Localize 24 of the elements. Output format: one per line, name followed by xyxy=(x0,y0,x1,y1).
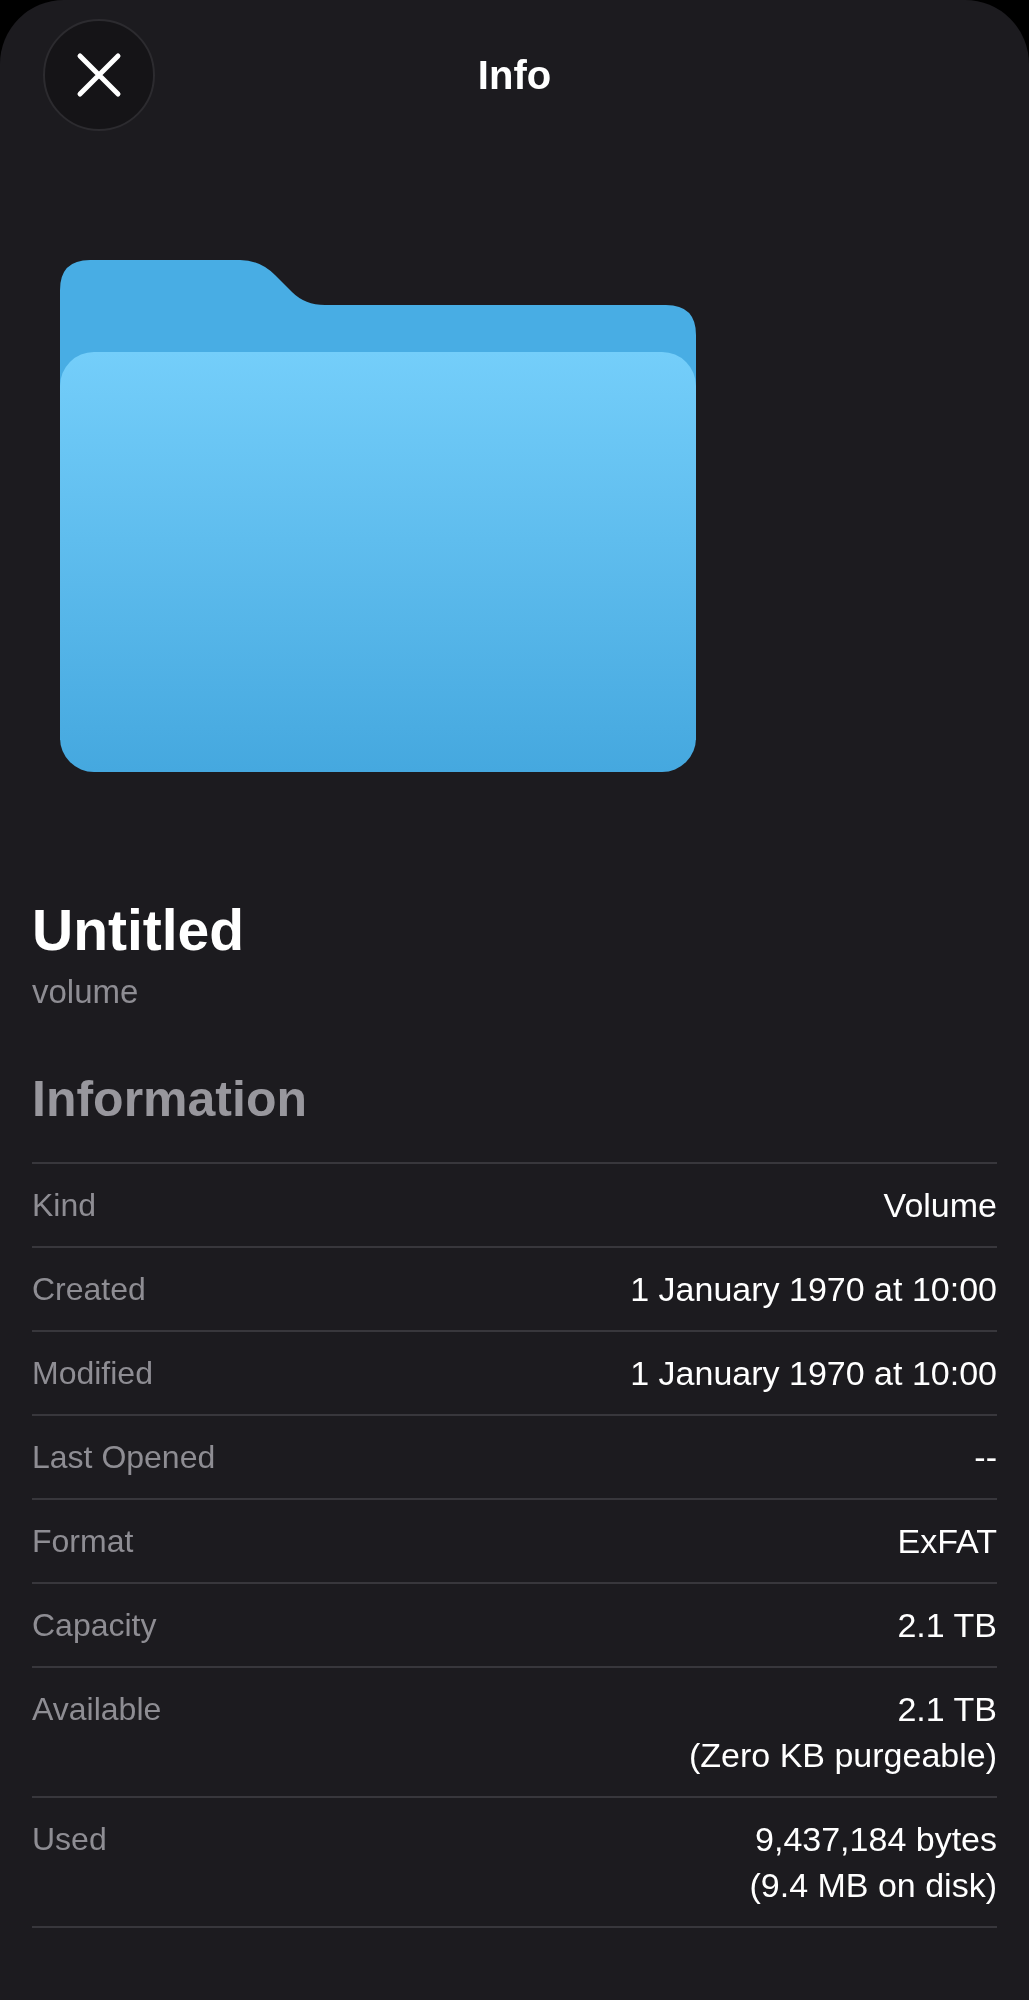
item-kind: volume xyxy=(32,972,140,1012)
folder-icon xyxy=(60,260,696,772)
row-value: 1 January 1970 at 10:00 xyxy=(630,1353,997,1394)
row-label: Modified xyxy=(32,1354,153,1393)
row-label: Created xyxy=(32,1270,146,1309)
item-name: Untitled xyxy=(32,898,246,962)
row-label: Available xyxy=(32,1690,162,1729)
section-title: Information xyxy=(32,1071,308,1127)
row-label: Format xyxy=(32,1522,134,1561)
row-value: ExFAT xyxy=(897,1521,997,1562)
row-label: Kind xyxy=(32,1186,97,1225)
row-detail: (9.4 MB on disk) xyxy=(749,1865,997,1906)
row-detail: (Zero KB purgeable) xyxy=(688,1735,997,1776)
row-label: Used xyxy=(32,1820,107,1859)
row-value: Volume xyxy=(883,1185,997,1226)
row-value: 9,437,184 bytes xyxy=(755,1819,997,1860)
sheet-title: Info xyxy=(477,52,552,98)
row-value: 2.1 TB xyxy=(897,1689,997,1730)
close-icon xyxy=(76,52,122,98)
row-label: Last Opened xyxy=(32,1438,216,1477)
row-value: -- xyxy=(974,1437,997,1478)
row-value: 2.1 TB xyxy=(897,1605,997,1646)
row-value: 1 January 1970 at 10:00 xyxy=(630,1269,997,1310)
row-label: Capacity xyxy=(32,1606,157,1645)
